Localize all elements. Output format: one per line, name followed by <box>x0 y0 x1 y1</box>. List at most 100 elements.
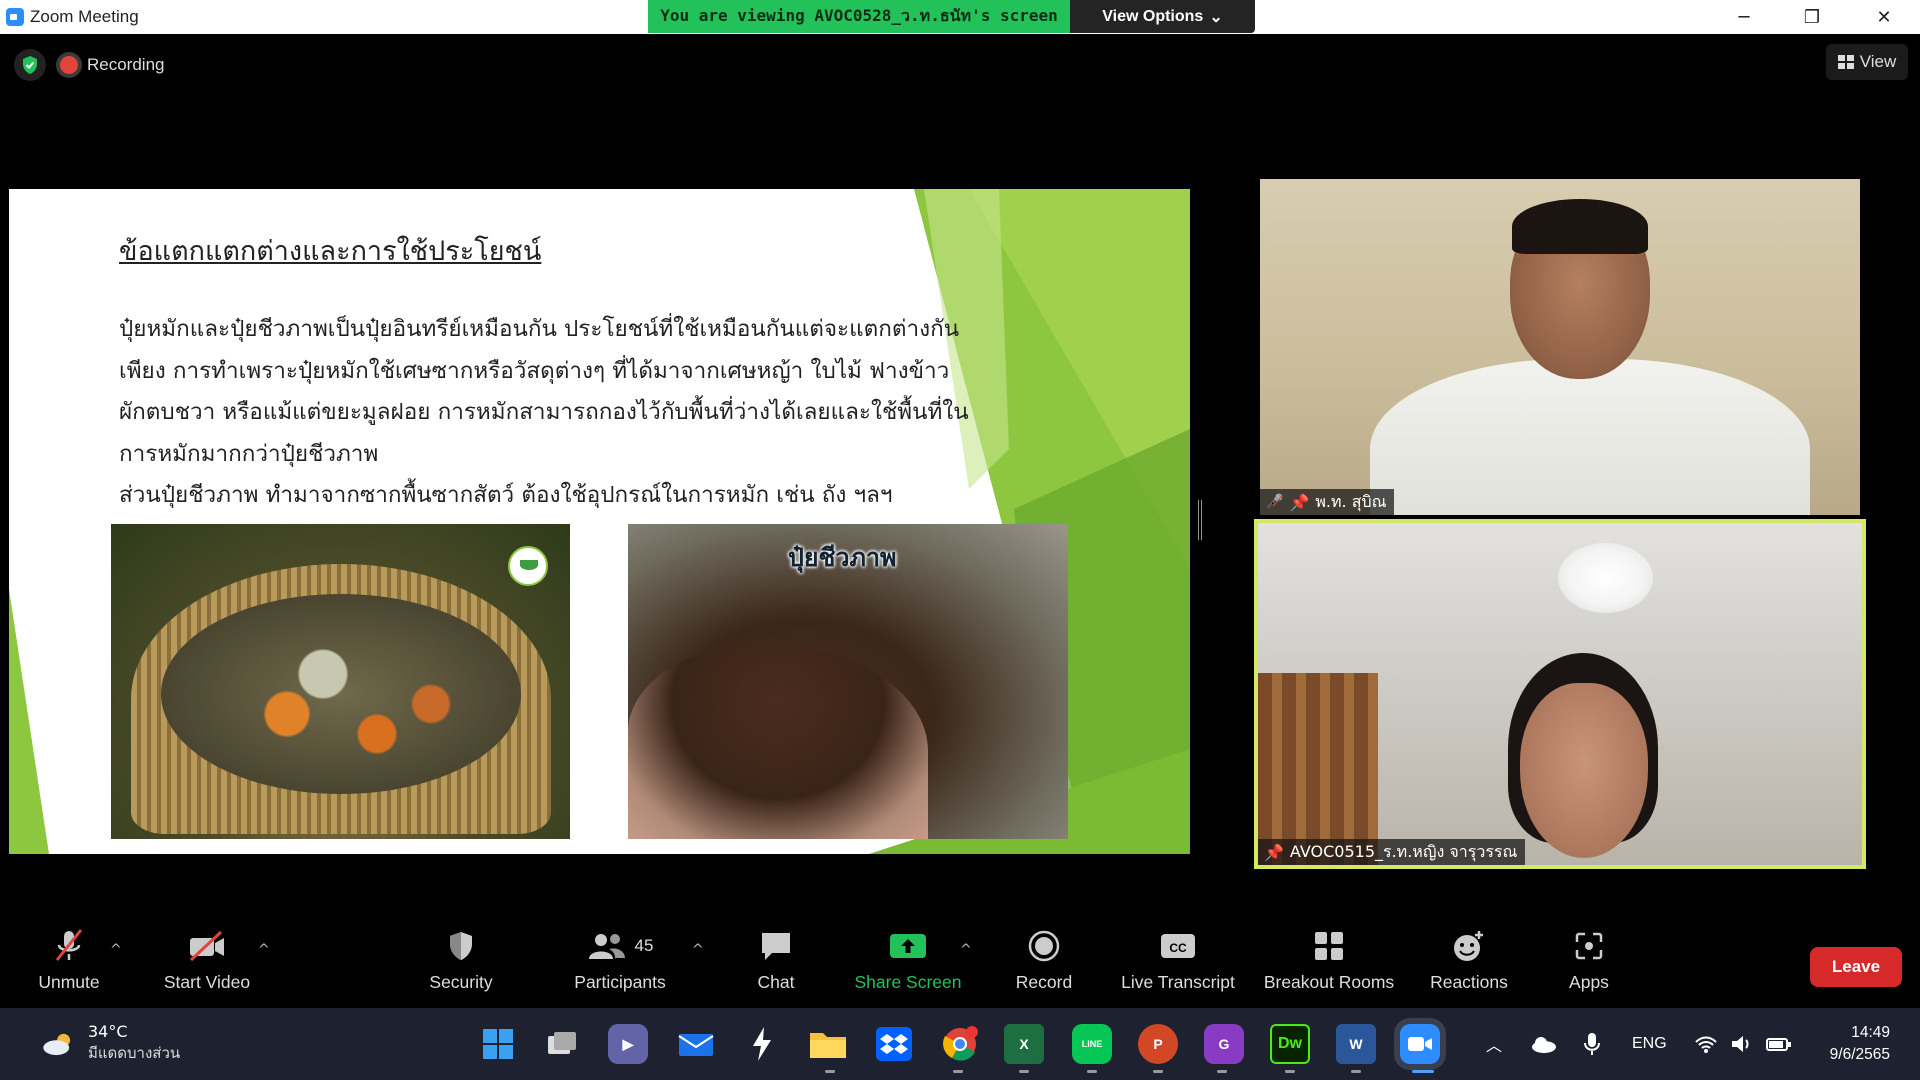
partly-sunny-icon <box>43 1033 71 1055</box>
record-button[interactable]: Record <box>1004 926 1084 1006</box>
pin-icon: 📌 <box>1264 842 1284 862</box>
line-icon: LINE <box>1081 1039 1103 1049</box>
participants-button[interactable]: 45 Participants <box>564 926 676 1006</box>
slide-title: ข้อแตกแตกต่างและการใช้ประโยชน์ <box>119 236 542 267</box>
unmute-button[interactable]: Unmute <box>28 926 110 1006</box>
participants-options-caret[interactable]: ^ <box>692 942 704 958</box>
encryption-shield-icon[interactable] <box>14 49 46 81</box>
recording-label: Recording <box>87 55 165 74</box>
record-label: Record <box>1015 972 1073 992</box>
view-options-label: View Options <box>1102 7 1204 25</box>
closed-caption-icon: CC <box>1161 934 1195 958</box>
breakout-rooms-label: Breakout Rooms <box>1263 972 1395 992</box>
apps-label: Apps <box>1569 972 1609 992</box>
system-tray-icons[interactable] <box>1694 1008 1792 1080</box>
ceiling-light <box>1558 543 1653 613</box>
shared-screen-slide: ข้อแตกแตกต่างและการใช้ประโยชน์ ปุ๋ยหมักแ… <box>9 189 1190 854</box>
battery-icon <box>1766 1038 1791 1051</box>
apps-icon <box>1575 932 1603 960</box>
active-app-indicator <box>1412 1070 1434 1073</box>
leave-button[interactable]: Leave <box>1810 947 1902 987</box>
share-options-caret[interactable]: ^ <box>960 942 972 958</box>
lightning-app[interactable] <box>742 1024 782 1064</box>
system-clock[interactable]: 14:49 9/6/2565 <box>1812 1022 1890 1066</box>
active-speaker-video-tile[interactable]: 📌 AVOC0515_ร.ท.หญิง จารุวรรณ <box>1254 519 1866 869</box>
participants-icon <box>588 934 625 959</box>
microphone-tray[interactable] <box>1584 1008 1600 1080</box>
chat-label: Chat <box>757 972 795 992</box>
breakout-rooms-button[interactable]: Breakout Rooms <box>1256 926 1402 1006</box>
minimize-icon: ─ <box>1738 6 1750 28</box>
cloud-icon <box>1532 1037 1556 1053</box>
chevron-down-icon: ⌄ <box>1209 8 1223 26</box>
line-app[interactable]: LINE <box>1072 1024 1112 1064</box>
audio-options-caret[interactable]: ^ <box>110 942 122 958</box>
word-app[interactable]: W <box>1336 1024 1376 1064</box>
minimize-button[interactable]: ─ <box>1716 0 1772 34</box>
file-explorer-app[interactable] <box>808 1024 848 1064</box>
powerpoint-app[interactable]: P <box>1138 1024 1178 1064</box>
mail-icon <box>678 1034 714 1056</box>
start-video-button[interactable]: Start Video <box>152 926 262 1006</box>
participants-label: Participants <box>574 972 666 992</box>
compost-pile-photo <box>111 524 570 839</box>
share-screen-button[interactable]: Share Screen <box>852 926 964 1006</box>
zoom-taskbar-app[interactable] <box>1400 1024 1440 1064</box>
wifi-icon <box>1695 1036 1717 1053</box>
reactions-button[interactable]: Reactions <box>1426 926 1512 1006</box>
teams-app[interactable]: ▶ <box>608 1024 648 1064</box>
weather-widget[interactable]: 34°C มีแดดบางส่วน <box>40 1022 180 1065</box>
recording-indicator[interactable]: Recording <box>60 49 165 81</box>
recording-dot-icon <box>60 56 78 74</box>
video-options-caret[interactable]: ^ <box>258 942 270 958</box>
grid-icon <box>1837 55 1854 69</box>
zoom-app-icon <box>6 8 24 26</box>
mic-muted-icon: 🎤̸ <box>1266 494 1284 510</box>
reactions-label: Reactions <box>1430 972 1508 992</box>
live-transcript-button[interactable]: CC Live Transcript <box>1114 926 1242 1006</box>
participant-name-tag: 📌 AVOC0515_ร.ท.หญิง จารุวรรณ <box>1258 839 1526 865</box>
running-indicator <box>1285 1070 1295 1073</box>
show-hidden-icons-button[interactable]: ︿ <box>1486 1008 1502 1080</box>
participant-video-tile[interactable]: 🎤̸ 📌 พ.ท. สุบิณ <box>1260 179 1860 515</box>
start-video-label: Start Video <box>163 972 251 992</box>
meeting-status-row: Recording View <box>0 40 1920 88</box>
running-indicator <box>1351 1070 1361 1073</box>
chrome-app[interactable] <box>940 1024 980 1064</box>
chevron-up-icon: ︿ <box>1486 1038 1503 1055</box>
pdf-app[interactable]: G <box>1204 1024 1244 1064</box>
running-indicator <box>825 1070 835 1073</box>
slide-body: ปุ๋ยหมักและปุ๋ยชีวภาพเป็นปุ๋ยอินทรีย์เหม… <box>119 309 969 517</box>
slide-line: การหมักมากกว่าปุ๋ยชีวภาพ <box>119 440 379 467</box>
bio-fertilizer-photo: ปุ๋ยชีวภาพ <box>628 524 1068 839</box>
language-indicator[interactable]: ENG <box>1632 1008 1667 1080</box>
running-indicator <box>953 1070 963 1073</box>
task-view-button[interactable] <box>542 1024 582 1064</box>
share-screen-label: Share Screen <box>854 972 962 992</box>
view-options-button[interactable]: View Options ⌄ <box>1070 0 1255 33</box>
chat-button[interactable]: Chat <box>740 926 812 1006</box>
unmute-label: Unmute <box>38 972 100 992</box>
dropbox-app[interactable] <box>874 1024 914 1064</box>
slide-line: ส่วนปุ๋ยชีวภาพ ทำมาจากซากพื้นซากสัตว์ ต้… <box>119 482 893 508</box>
pdf-icon: G <box>1218 1036 1230 1052</box>
participant-name: พ.ท. สุบิณ <box>1315 491 1387 511</box>
slide-line: เพียง การทำเพราะปุ๋ยหมักใช้เศษซากหรือวัส… <box>119 357 950 384</box>
running-indicator <box>1087 1070 1097 1073</box>
weather-condition: มีแดดบางส่วน <box>88 1044 181 1062</box>
excel-app[interactable]: X <box>1004 1024 1044 1064</box>
view-layout-button[interactable]: View <box>1826 44 1908 80</box>
breakout-rooms-icon <box>1315 932 1343 960</box>
panel-splitter-handle[interactable] <box>1198 500 1202 540</box>
onedrive-tray[interactable] <box>1530 1008 1558 1080</box>
close-button[interactable]: ✕ <box>1856 0 1912 34</box>
security-button[interactable]: Security <box>415 926 507 1006</box>
chrome-icon <box>943 1026 978 1061</box>
mail-app[interactable] <box>676 1024 716 1064</box>
running-indicator <box>1153 1070 1163 1073</box>
start-button[interactable] <box>478 1024 518 1064</box>
folder-icon <box>810 1033 846 1058</box>
dreamweaver-app[interactable]: Dw <box>1270 1024 1310 1064</box>
apps-button[interactable]: Apps <box>1552 926 1626 1006</box>
restore-button[interactable]: ❐ <box>1784 0 1840 34</box>
